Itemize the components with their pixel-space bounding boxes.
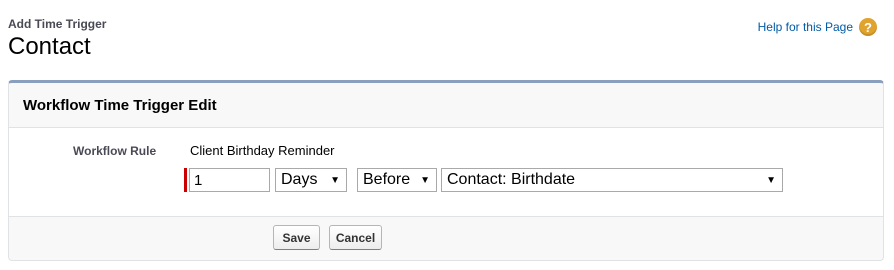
chevron-down-icon: ▼: [420, 174, 430, 186]
time-units-value: Days: [281, 171, 318, 188]
time-trigger-panel: Workflow Time Trigger Edit Workflow Rule…: [8, 80, 884, 261]
date-field-value: Contact: Birthdate: [447, 171, 576, 188]
panel-header: Workflow Time Trigger Edit: [9, 83, 883, 128]
time-units-select[interactable]: Days ▼: [275, 168, 347, 192]
chevron-down-icon: ▼: [330, 174, 340, 186]
workflow-rule-value: Client Birthday Reminder: [190, 143, 335, 158]
page-subtitle: Add Time Trigger: [8, 17, 107, 31]
direction-value: Before: [363, 171, 411, 188]
required-indicator: [184, 168, 187, 192]
panel-footer: Save Cancel: [9, 217, 883, 259]
workflow-rule-label: Workflow Rule: [73, 144, 157, 158]
panel-title: Workflow Time Trigger Edit: [23, 96, 217, 114]
help-icon[interactable]: ?: [859, 18, 877, 36]
date-field-select[interactable]: Contact: Birthdate ▼: [441, 168, 783, 192]
page-header: Add Time Trigger Contact: [8, 17, 106, 62]
help-area: Help for this Page ?: [758, 17, 877, 37]
panel-body: Workflow Rule Client Birthday Reminder D…: [9, 128, 883, 217]
help-link[interactable]: Help for this Page: [758, 17, 853, 37]
page-title: Contact: [8, 33, 91, 60]
direction-select[interactable]: Before ▼: [357, 168, 437, 192]
save-button[interactable]: Save: [273, 225, 320, 250]
chevron-down-icon: ▼: [766, 174, 776, 186]
time-offset-input[interactable]: [189, 168, 270, 192]
cancel-button[interactable]: Cancel: [329, 225, 382, 250]
